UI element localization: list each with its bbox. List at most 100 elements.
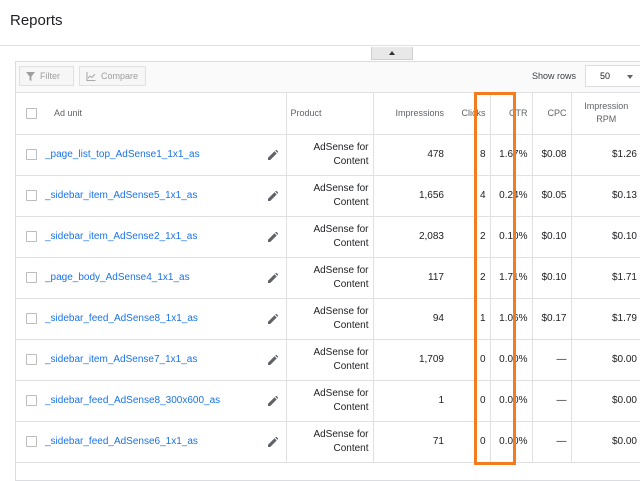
product-line1: AdSense for [313,141,369,153]
rpm-cell: $0.00 [570,380,640,422]
rpm-cell: $0.13 [570,175,640,217]
ad-unit-link[interactable]: _sidebar_item_AdSense7_1x1_as [45,354,197,365]
impressions-cell: 2,083 [372,216,448,258]
pencil-icon[interactable] [267,436,278,447]
product-line1: AdSense for [313,346,369,358]
header-impressions[interactable]: Impressions [372,93,448,135]
product-cell: AdSense for Content [285,257,373,299]
pencil-icon[interactable] [267,395,278,406]
table-row: _sidebar_feed_AdSense8_300x600_as AdSense… [16,380,640,422]
pencil-icon[interactable] [267,190,278,201]
row-checkbox[interactable] [26,148,37,160]
ad-unit-link[interactable]: _sidebar_feed_AdSense8_300x600_as [45,395,220,406]
table-row: _sidebar_feed_AdSense6_1x1_as AdSense for… [16,421,640,463]
impressions-cell: 94 [372,298,448,340]
pencil-icon[interactable] [267,313,278,324]
row-checkbox-cell [16,216,41,258]
pencil-icon[interactable] [267,354,278,365]
product-line2: Content [333,196,369,208]
row-checkbox-cell [16,339,41,381]
product-line2: Content [333,360,369,372]
report-table: Ad unit Product Impressions Clicks CTR C… [16,93,640,463]
row-checkbox[interactable] [26,271,37,283]
impressions-cell: 117 [372,257,448,299]
row-checkbox[interactable] [26,435,37,447]
table-row: _sidebar_item_AdSense7_1x1_as AdSense for… [16,339,640,381]
cpc-cell: — [531,339,571,381]
ad-unit-link[interactable]: _page_list_top_AdSense1_1x1_as [45,149,200,160]
title-divider [0,45,640,46]
rpm-cell: $0.00 [570,421,640,463]
rpm-cell: $0.10 [570,216,640,258]
ad-unit-link[interactable]: _sidebar_feed_AdSense6_1x1_as [45,436,198,447]
product-line1: AdSense for [313,387,369,399]
page-title: Reports [10,12,63,29]
ctr-cell: 0.00% [489,380,532,422]
ctr-cell: 0.10% [489,216,532,258]
ad-unit-link[interactable]: _sidebar_feed_AdSense8_1x1_as [45,313,198,324]
table-header-row: Ad unit Product Impressions Clicks CTR C… [16,93,640,135]
product-line2: Content [333,442,369,454]
pencil-icon[interactable] [267,272,278,283]
product-cell: AdSense for Content [285,134,373,176]
clicks-cell: 0 [448,380,490,422]
header-clicks[interactable]: Clicks [448,93,490,135]
product-cell: AdSense for Content [285,298,373,340]
product-cell: AdSense for Content [285,421,373,463]
cpc-cell: $0.05 [531,175,571,217]
ad-unit-cell: _sidebar_feed_AdSense8_300x600_as [41,380,286,422]
header-rpm-line1: Impression [584,101,629,112]
cpc-cell: — [531,421,571,463]
pencil-icon[interactable] [267,231,278,242]
product-line2: Content [333,401,369,413]
show-rows-select[interactable]: 50 [585,65,640,87]
select-all-checkbox[interactable] [26,107,37,119]
row-checkbox[interactable] [26,353,37,365]
header-impression-rpm[interactable]: Impression RPM [570,93,640,135]
table-row: _page_list_top_AdSense1_1x1_as AdSense fo… [16,134,640,176]
product-line2: Content [333,319,369,331]
ad-unit-cell: _sidebar_item_AdSense2_1x1_as [41,216,286,258]
table-row: _page_body_AdSense4_1x1_as AdSense for Con… [16,257,640,299]
row-checkbox[interactable] [26,312,37,324]
clicks-cell: 2 [448,257,490,299]
ctr-cell: 0.00% [489,339,532,381]
ad-unit-link[interactable]: _sidebar_item_AdSense5_1x1_as [45,190,197,201]
row-checkbox[interactable] [26,189,37,201]
impressions-cell: 1,656 [372,175,448,217]
row-checkbox-cell [16,421,41,463]
filter-icon [26,71,35,81]
filter-button[interactable]: Filter [19,66,74,86]
header-ctr[interactable]: CTR [489,93,532,135]
row-checkbox-cell [16,380,41,422]
product-cell: AdSense for Content [285,216,373,258]
header-rpm-line2: RPM [596,114,617,125]
impressions-cell: 478 [372,134,448,176]
row-checkbox[interactable] [26,394,37,406]
table-row: _sidebar_item_AdSense2_1x1_as AdSense for… [16,216,640,258]
product-cell: AdSense for Content [285,339,373,381]
pencil-icon[interactable] [267,149,278,160]
header-ad-unit[interactable]: Ad unit [41,93,286,135]
product-line1: AdSense for [313,182,369,194]
rpm-cell: $1.79 [570,298,640,340]
ad-unit-link[interactable]: _page_body_AdSense4_1x1_as [45,272,190,283]
ctr-cell: 1.71% [489,257,532,299]
row-checkbox-cell [16,298,41,340]
clicks-cell: 0 [448,339,490,381]
product-line2: Content [333,155,369,167]
header-product[interactable]: Product [285,93,373,135]
clicks-cell: 1 [448,298,490,340]
impressions-cell: 1 [372,380,448,422]
product-line1: AdSense for [313,428,369,440]
collapse-toggle[interactable] [371,47,413,60]
header-cpc[interactable]: CPC [531,93,571,135]
ad-unit-cell: _sidebar_item_AdSense5_1x1_as [41,175,286,217]
compare-button[interactable]: Compare [79,66,146,86]
cpc-cell: $0.10 [531,257,571,299]
row-checkbox-cell [16,175,41,217]
rpm-cell: $1.26 [570,134,640,176]
cpc-cell: $0.17 [531,298,571,340]
row-checkbox[interactable] [26,230,37,242]
ad-unit-link[interactable]: _sidebar_item_AdSense2_1x1_as [45,231,197,242]
